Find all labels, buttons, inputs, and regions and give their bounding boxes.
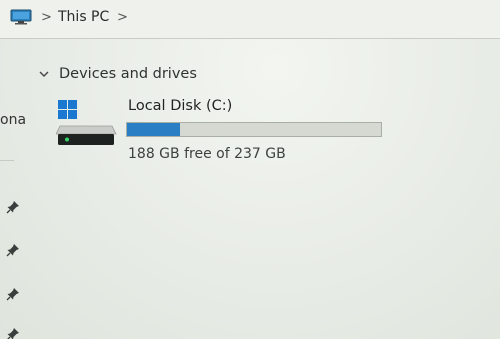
drive-tile-local-disk-c[interactable]: Local Disk (C:) 188 GB free of 237 GB [56,96,396,168]
drive-capacity-bar [126,122,382,137]
breadcrumb-this-pc[interactable]: This PC [58,9,109,25]
this-pc-monitor-icon [10,9,32,25]
pin-icon[interactable] [6,327,20,339]
section-title: Devices and drives [59,66,197,82]
breadcrumb-separator[interactable]: > [41,10,52,25]
address-bar[interactable]: > This PC > [0,0,500,39]
breadcrumb-separator[interactable]: > [117,10,128,25]
pin-icon[interactable] [6,243,20,257]
nav-item-label[interactable]: ona [0,112,26,128]
drive-capacity-fill [127,123,180,136]
pin-icon[interactable] [6,200,20,214]
nav-divider [0,160,14,161]
file-explorer-window: > This PC > ona Devices and drives Local… [0,0,500,339]
devices-and-drives-header[interactable]: Devices and drives [38,66,197,82]
drive-name: Local Disk (C:) [128,98,233,114]
chevron-down-icon[interactable] [38,69,50,79]
pin-icon[interactable] [6,287,20,301]
windows-drive-icon [56,100,117,145]
drive-free-space: 188 GB free of 237 GB [128,146,286,162]
